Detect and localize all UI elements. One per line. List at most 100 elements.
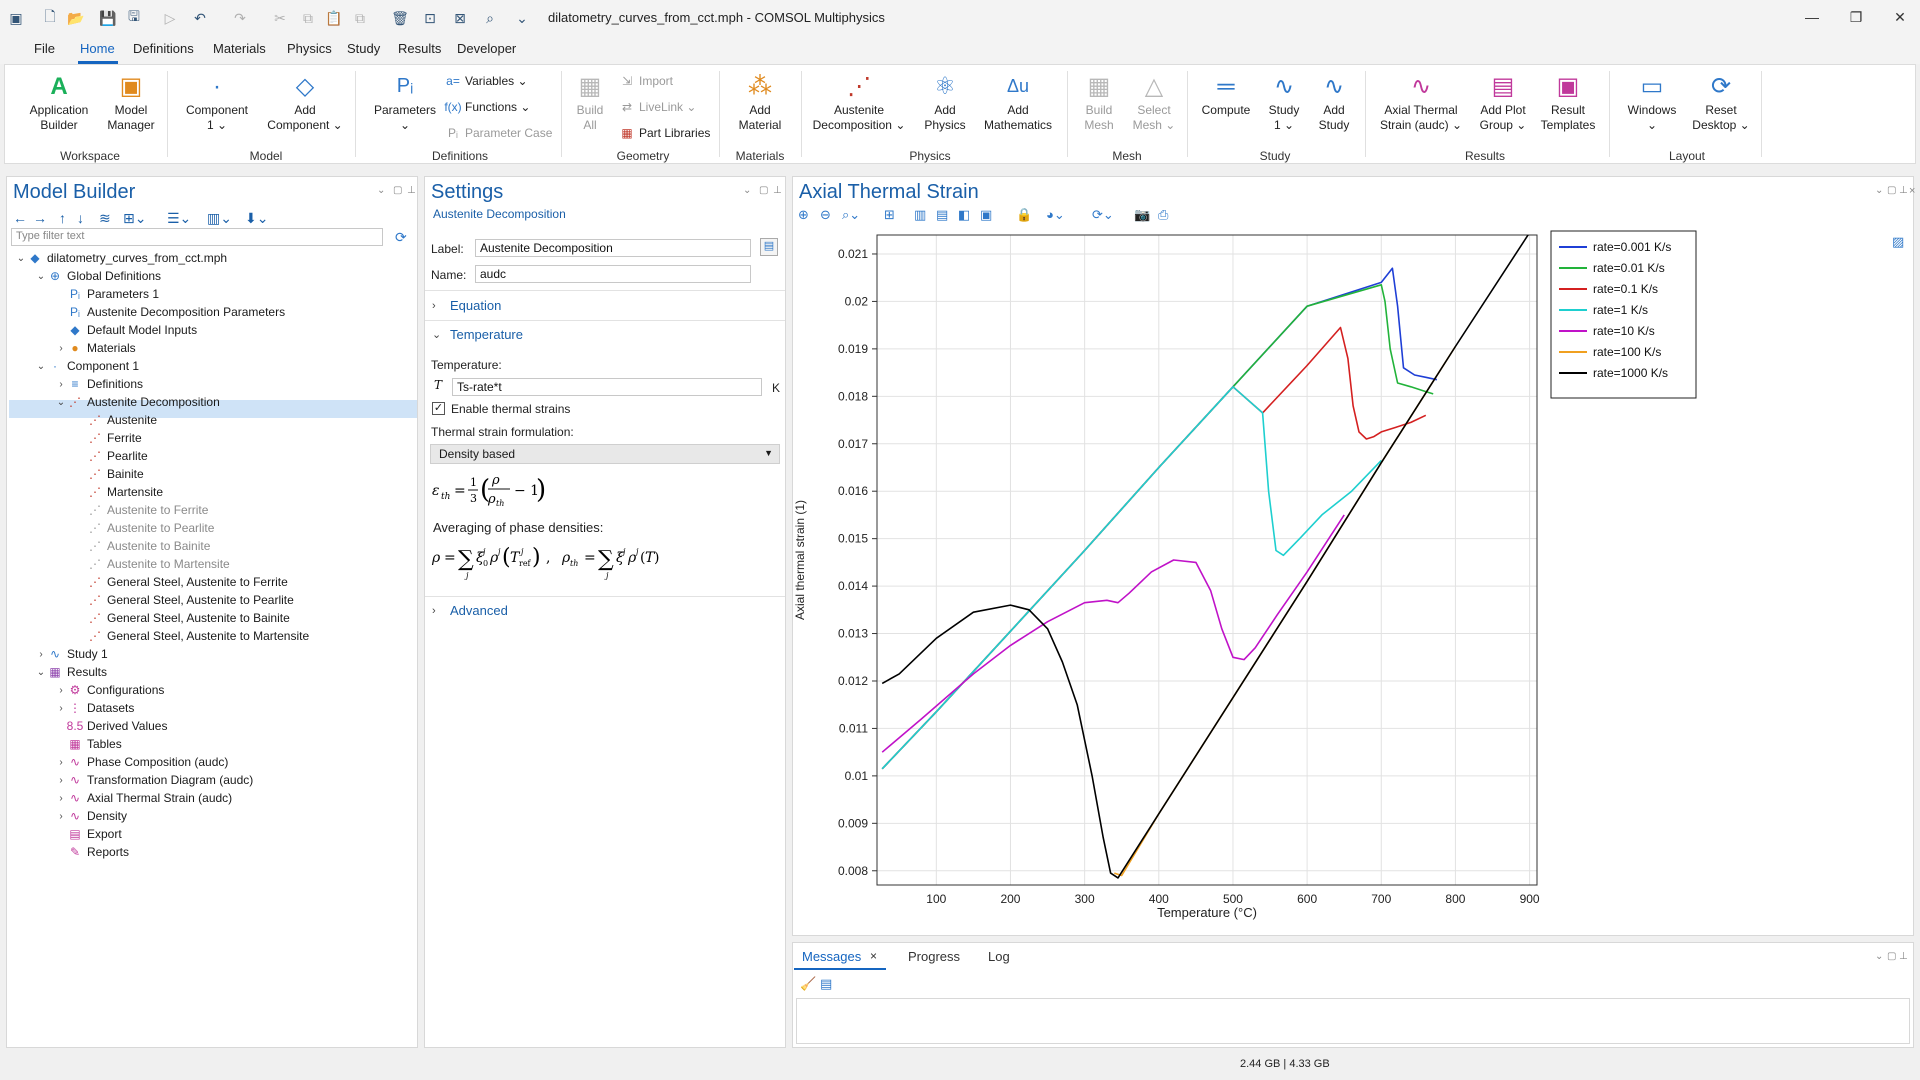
build-all-button[interactable]: ▦ Build All [567, 71, 613, 133]
tree-austenite-to-pearlite[interactable]: ⋰ Austenite to Pearlite [75, 519, 214, 537]
chevron-down-icon[interactable]: ⌄ [35, 667, 47, 678]
tab-messages[interactable]: Messages [802, 949, 861, 964]
tree-export[interactable]: ▤ Export [55, 825, 121, 843]
panel-menu-icon[interactable]: ⌄ [743, 185, 751, 196]
temperature-section[interactable]: ⌄ Temperature [432, 327, 523, 342]
label-input[interactable]: Austenite Decomposition [475, 239, 751, 257]
redo-icon[interactable]: ↷ [230, 8, 250, 28]
advanced-section[interactable]: › Advanced [432, 603, 508, 618]
chevron-down-icon[interactable]: ⌄ [35, 361, 47, 372]
zoom-box-icon[interactable]: ⌕⌄ [842, 207, 860, 223]
tab-results[interactable]: Results [398, 41, 441, 56]
tab-log[interactable]: Log [988, 949, 1010, 964]
chevron-right-icon[interactable]: › [55, 379, 67, 390]
chevron-right-icon[interactable]: › [55, 757, 67, 768]
close-messages-icon[interactable]: × [870, 949, 877, 963]
reset-desktop-button[interactable]: ⟳ Reset Desktop ⌄ [1689, 71, 1753, 133]
study-1-button[interactable]: ∿ Study 1 ⌄ [1259, 71, 1309, 133]
select-icon[interactable]: ⊡ [420, 8, 440, 28]
panel-pin-icon[interactable]: ⊥ [407, 185, 416, 196]
tree-reports[interactable]: ✎ Reports [55, 843, 129, 861]
tree-configurations[interactable]: › ⚙ Configurations [55, 681, 164, 699]
tree-ferrite[interactable]: ⋰ Ferrite [75, 429, 142, 447]
tree-austenite-to-martensite[interactable]: ⋰ Austenite to Martensite [75, 555, 230, 573]
parameters-button[interactable]: Pᵢ Parameters ⌄ [367, 71, 443, 133]
plot-settings-icon[interactable]: ▣ [980, 207, 992, 223]
tab-definitions[interactable]: Definitions [133, 41, 194, 56]
paste-icon[interactable]: 📋 [324, 8, 344, 28]
chevron-right-icon[interactable]: › [55, 703, 67, 714]
chevron-right-icon[interactable]: › [35, 649, 47, 660]
copy-icon[interactable]: ⧉ [298, 8, 318, 28]
message-options-icon[interactable]: ▤ [820, 976, 832, 992]
tree-materials[interactable]: › ● Materials [55, 339, 135, 357]
duplicate-icon[interactable]: ⧉ [350, 8, 370, 28]
compute-button[interactable]: ═ Compute [1195, 71, 1257, 118]
zoom-in-icon[interactable]: ⊕ [798, 207, 809, 223]
tree-study-1[interactable]: › ∿ Study 1 [35, 645, 107, 663]
customize-qa-icon[interactable]: ⌄ [512, 8, 532, 28]
chevron-down-icon[interactable]: ⌄ [15, 253, 27, 264]
parameter-case-button[interactable]: Pᵢ Parameter Case [445, 125, 552, 141]
tree-gs-ferrite[interactable]: ⋰ General Steel, Austenite to Ferrite [75, 573, 288, 591]
livelink-button[interactable]: ⇄ LiveLink ⌄ [619, 99, 696, 115]
tree-austenite[interactable]: ⋰ Austenite [75, 411, 157, 429]
show-icon[interactable]: ≋ [99, 210, 111, 227]
collapse-icon[interactable]: ⊞⌄ [123, 210, 146, 227]
tree-austenite-to-bainite[interactable]: ⋰ Austenite to Bainite [75, 537, 210, 555]
austenite-decomposition-button[interactable]: ⋰ Austenite Decomposition ⌄ [809, 71, 909, 133]
tree-gs-pearlite[interactable]: ⋰ General Steel, Austenite to Pearlite [75, 591, 294, 609]
tree-bainite[interactable]: ⋰ Bainite [75, 465, 144, 483]
tree-gs-bainite[interactable]: ⋰ General Steel, Austenite to Bainite [75, 609, 290, 627]
deselect-icon[interactable]: ⊠ [450, 8, 470, 28]
save-as-icon[interactable]: 🖫 [124, 8, 144, 28]
variables-button[interactable]: a= Variables ⌄ [445, 73, 527, 89]
tab-materials[interactable]: Materials [213, 41, 266, 56]
tree-phase-composition[interactable]: › ∿ Phase Composition (audc) [55, 753, 228, 771]
tree-filter-input[interactable]: Type filter text [11, 228, 383, 246]
tree-datasets[interactable]: › ⋮ Datasets [55, 699, 134, 717]
tree-results[interactable]: ⌄ ▦ Results [35, 663, 107, 681]
tree-gs-martensite[interactable]: ⋰ General Steel, Austenite to Martensite [75, 627, 309, 645]
grid-icon[interactable]: ▥ [914, 207, 926, 223]
component-button[interactable]: · Component 1 ⌄ [177, 71, 257, 133]
panel-maximize-icon[interactable]: ▢ [1887, 951, 1896, 962]
clear-messages-icon[interactable]: 🧹 [800, 976, 816, 992]
tree-tables[interactable]: ▦ Tables [55, 735, 121, 753]
model-manager-button[interactable]: ▣ Model Manager [101, 71, 161, 133]
temperature-input[interactable]: Ts-rate*t [452, 378, 762, 396]
open-folder-icon[interactable]: 📂 [66, 8, 86, 28]
result-templates-button[interactable]: ▣ Result Templates [1533, 71, 1603, 133]
chevron-down-icon[interactable]: ⌄ [35, 271, 47, 282]
chevron-right-icon[interactable]: › [55, 343, 67, 354]
view-options-icon[interactable]: ▥⌄ [207, 210, 232, 227]
zoom-extents-icon[interactable]: ⊞ [884, 207, 895, 223]
pin-options-icon[interactable]: ⬇⌄ [245, 210, 268, 227]
new-file-icon[interactable]: 🗋 [40, 8, 60, 28]
move-down-icon[interactable]: ↓ [77, 210, 84, 226]
tree-pearlite[interactable]: ⋰ Pearlite [75, 447, 148, 465]
table-icon[interactable]: ▤ [936, 207, 948, 223]
tab-developer[interactable]: Developer [457, 41, 516, 56]
delete-icon[interactable]: 🗑 [390, 8, 410, 28]
axial-thermal-strain-chart[interactable]: 100 200 300 400 500 600 700 800 900 0.008 0.009 0.0… [790, 225, 1910, 935]
part-libraries-button[interactable]: ▦ Part Libraries [619, 125, 710, 141]
label-edit-icon[interactable]: ▤ [760, 238, 778, 256]
tree-martensite[interactable]: ⋰ Martensite [75, 483, 163, 501]
undo-icon[interactable]: ↶ [190, 8, 210, 28]
panel-menu-icon[interactable]: ⌄ [1875, 185, 1883, 196]
tree-transformation-diagram[interactable]: › ∿ Transformation Diagram (audc) [55, 771, 253, 789]
panel-maximize-icon[interactable]: ▢ [1887, 185, 1896, 196]
restore-button[interactable]: ❐ [1836, 6, 1876, 28]
tree-component-1[interactable]: ⌄ · Component 1 [35, 357, 139, 375]
tab-home[interactable]: Home [80, 41, 115, 56]
tree-austenite-to-ferrite[interactable]: ⋰ Austenite to Ferrite [75, 501, 208, 519]
chevron-right-icon[interactable]: › [55, 685, 67, 696]
tree-root[interactable]: ⌄ ◆ dilatometry_curves_from_cct.mph [15, 249, 227, 267]
add-material-button[interactable]: ⁂ Add Material [727, 71, 793, 133]
scene-light-icon[interactable]: ◕⌄ [1046, 207, 1065, 223]
panel-maximize-icon[interactable]: ▢ [759, 185, 768, 196]
chevron-right-icon[interactable]: › [55, 793, 67, 804]
add-physics-button[interactable]: ⚛ Add Physics [915, 71, 975, 133]
snapshot-icon[interactable]: 📷 [1134, 207, 1150, 223]
